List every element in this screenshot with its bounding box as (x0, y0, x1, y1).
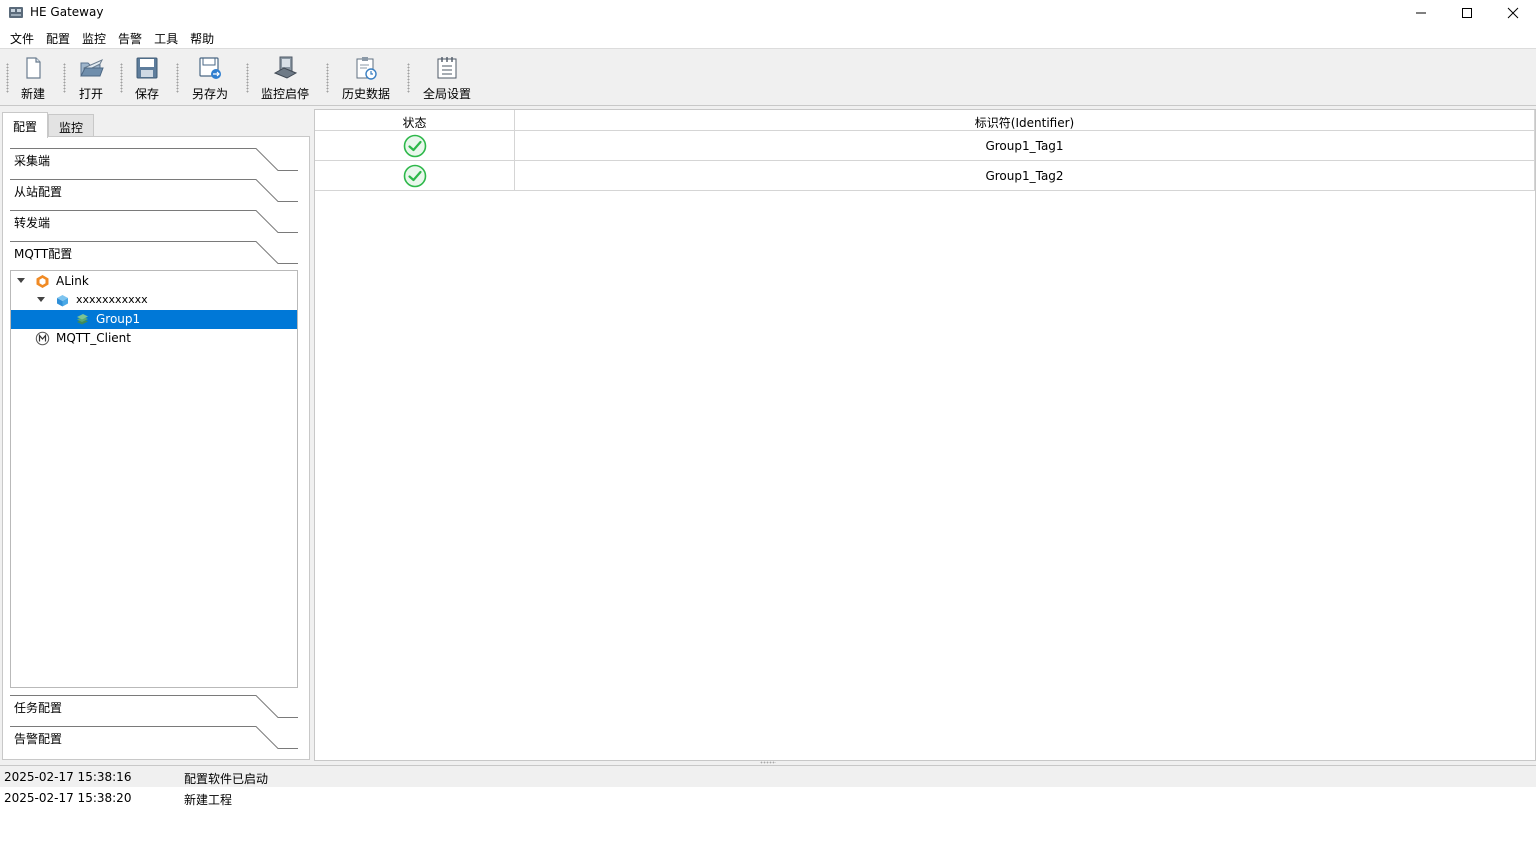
menu-alarm[interactable]: 告警 (112, 26, 148, 48)
status-cell (315, 131, 515, 161)
new-button[interactable]: 新建 (18, 55, 48, 103)
left-panel: 配置 监控 采集端 从站配置 转发端 MQTT配置 ALink xxxxxxxx… (0, 108, 312, 762)
group-icon (77, 314, 88, 325)
log-row[interactable]: 2025-02-17 15:38:20 新建工程 (0, 787, 1536, 808)
section-mqtt-config[interactable]: MQTT配置 (10, 241, 298, 269)
new-file-icon (26, 57, 41, 79)
expand-arrow-icon[interactable] (17, 278, 25, 284)
left-tabs: 配置 监控 (2, 112, 95, 138)
maximize-icon (1462, 8, 1472, 18)
log-panel: 2025-02-17 15:38:16 配置软件已启动 2025-02-17 1… (0, 765, 1536, 866)
maximize-button[interactable] (1444, 0, 1490, 26)
status-ok-icon (403, 164, 426, 188)
tree-node-mqtt-client[interactable]: MQTT_Client (11, 329, 297, 348)
log-time: 2025-02-17 15:38:16 (4, 770, 132, 784)
menu-help[interactable]: 帮助 (184, 26, 220, 48)
device-cube-icon (57, 295, 68, 307)
identifier-cell: Group1_Tag2 (515, 161, 1535, 191)
window-title: HE Gateway (30, 5, 104, 19)
save-icon (136, 57, 158, 79)
toolbar-grip[interactable] (6, 63, 9, 93)
global-settings-button[interactable]: 全局设置 (422, 55, 472, 103)
alink-icon (36, 275, 49, 288)
section-alarm-config[interactable]: 告警配置 (10, 726, 298, 754)
save-as-icon (199, 57, 221, 79)
toolbar-grip[interactable] (326, 63, 329, 93)
minimize-icon (1416, 12, 1426, 14)
tree-node-group1[interactable]: Group1 (11, 310, 297, 329)
close-icon (1507, 7, 1519, 19)
menu-file[interactable]: 文件 (4, 26, 40, 48)
column-header-identifier[interactable]: 标识符(Identifier) (515, 110, 1535, 131)
section-slave-config[interactable]: 从站配置 (10, 179, 298, 207)
status-ok-icon (403, 134, 426, 158)
log-time: 2025-02-17 15:38:20 (4, 791, 132, 805)
column-header-status[interactable]: 状态 (315, 110, 515, 131)
monitor-toggle-button[interactable]: 监控启停 (260, 55, 310, 103)
mqtt-client-icon (35, 331, 50, 346)
status-cell (315, 161, 515, 191)
toolbar: 新建 打开 保存 另存为 监控启停 历史数据 全局设置 (0, 48, 1536, 106)
expand-arrow-icon[interactable] (37, 297, 45, 303)
log-row[interactable]: 2025-02-17 15:38:16 配置软件已启动 (0, 766, 1536, 787)
toolbar-grip[interactable] (407, 63, 410, 93)
tab-config[interactable]: 配置 (2, 112, 49, 138)
open-button[interactable]: 打开 (76, 55, 106, 103)
close-button[interactable] (1490, 0, 1536, 26)
section-divider (10, 210, 298, 233)
app-gateway-icon (9, 7, 23, 18)
table-row[interactable]: Group1_Tag1 (315, 131, 1535, 161)
save-as-button[interactable]: 另存为 (190, 55, 230, 103)
section-collector[interactable]: 采集端 (10, 148, 298, 176)
log-message: 配置软件已启动 (184, 772, 269, 786)
toolbar-grip[interactable] (63, 63, 66, 93)
menu-bar: 文件 配置 监控 告警 工具 帮助 (0, 26, 1536, 48)
identifier-cell: Group1_Tag1 (515, 131, 1535, 161)
title-bar: HE Gateway (0, 0, 1536, 26)
toolbar-grip[interactable] (176, 63, 179, 93)
grid-header: 状态 标识符(Identifier) (315, 110, 1535, 131)
table-row[interactable]: Group1_Tag2 (315, 161, 1535, 191)
toolbar-grip[interactable] (120, 63, 123, 93)
horizontal-splitter-handle[interactable] (760, 761, 776, 764)
history-data-button[interactable]: 历史数据 (341, 55, 391, 103)
tree-node-alink[interactable]: ALink (11, 272, 297, 291)
history-data-icon (356, 57, 377, 80)
mqtt-tree: ALink xxxxxxxxxxx Group1 MQTT_Client (10, 270, 298, 688)
section-forwarder[interactable]: 转发端 (10, 210, 298, 238)
tag-grid: 状态 标识符(Identifier) Group1_Tag1 Group1_Ta… (314, 109, 1536, 761)
global-settings-icon (437, 57, 457, 79)
open-folder-icon (80, 58, 104, 77)
menu-config[interactable]: 配置 (40, 26, 76, 48)
menu-tools[interactable]: 工具 (148, 26, 184, 48)
section-divider (10, 148, 298, 171)
tree-node-device[interactable]: xxxxxxxxxxx (11, 291, 297, 310)
minimize-button[interactable] (1398, 0, 1444, 26)
menu-monitor[interactable]: 监控 (76, 26, 112, 48)
monitor-toggle-icon (273, 56, 298, 79)
save-button[interactable]: 保存 (133, 55, 161, 103)
log-message: 新建工程 (184, 793, 233, 807)
section-task-config[interactable]: 任务配置 (10, 695, 298, 723)
tab-monitor[interactable]: 监控 (48, 114, 95, 136)
toolbar-grip[interactable] (246, 63, 249, 93)
